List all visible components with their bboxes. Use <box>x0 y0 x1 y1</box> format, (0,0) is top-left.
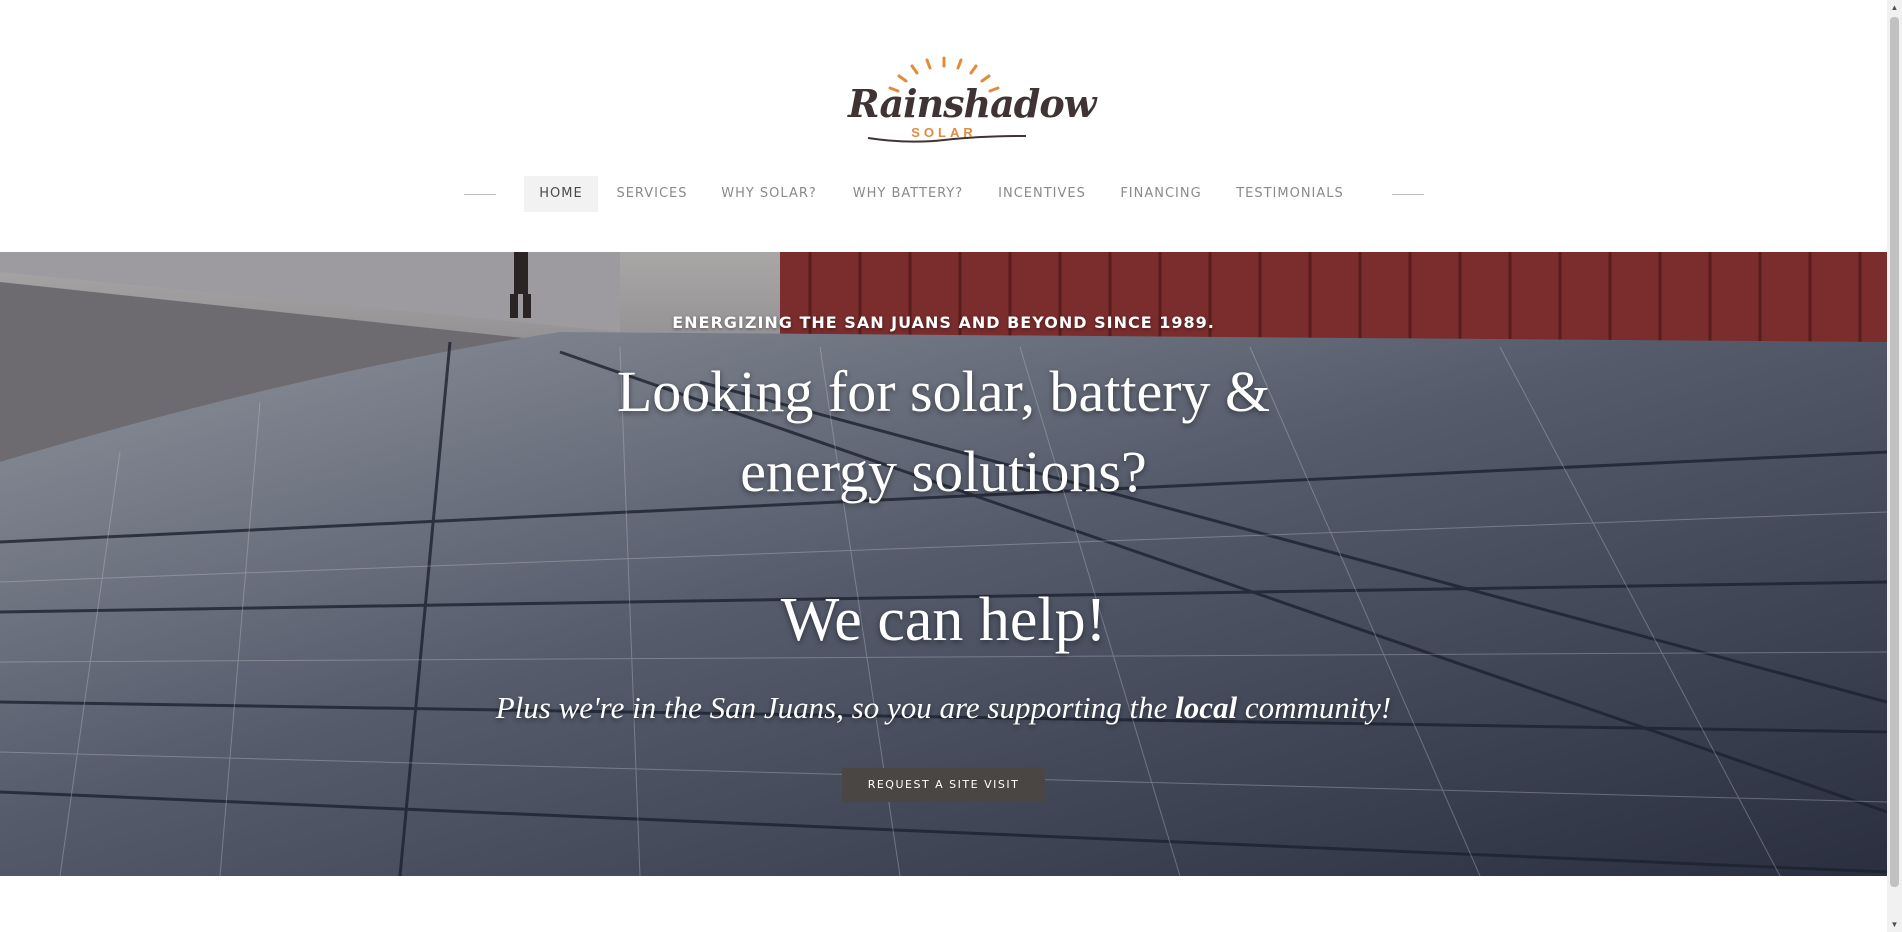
nav-item-home[interactable]: HOME <box>524 176 598 212</box>
nav-item-financing[interactable]: FINANCING <box>1110 176 1212 212</box>
logo-wordmark: Rainshadow <box>848 81 1096 126</box>
nav-divider-left <box>464 194 496 195</box>
main-nav: HOME SERVICES WHY SOLAR? WHY BATTERY? IN… <box>0 176 1887 212</box>
request-site-visit-button[interactable]: REQUEST A SITE VISIT <box>842 768 1045 802</box>
hero-headline: Looking for solar, battery & energy solu… <box>0 352 1887 512</box>
nav-item-why-battery[interactable]: WHY BATTERY? <box>842 176 974 212</box>
hero-subtext-emphasis: local <box>1175 690 1238 725</box>
hero-headline-line2: energy solutions? <box>740 439 1147 504</box>
scrollbar-thumb[interactable] <box>1890 17 1899 887</box>
hero-subtext: Plus we're in the San Juans, so you are … <box>0 688 1887 728</box>
site-logo[interactable]: Rainshadow SOLAR <box>848 56 1096 148</box>
nav-item-incentives[interactable]: INCENTIVES <box>990 176 1094 212</box>
nav-divider-right <box>1392 194 1424 195</box>
hero-subtext-start: Plus we're in the San Juans, so you are … <box>495 690 1176 725</box>
hero-subtext-end: community! <box>1237 690 1392 725</box>
nav-item-testimonials[interactable]: TESTIMONIALS <box>1228 176 1352 212</box>
page-scrollbar[interactable]: ▲ ▼ <box>1887 0 1902 932</box>
hero-help-text: We can help! <box>780 586 1107 654</box>
site-header: Rainshadow SOLAR HOME SERVICES WHY SOLAR… <box>0 0 1887 252</box>
nav-item-services[interactable]: SERVICES <box>608 176 696 212</box>
hero-banner: ENERGIZING THE SAN JUANS AND BEYOND SINC… <box>0 252 1887 876</box>
hero-headline-line1: Looking for solar, battery & <box>616 359 1271 424</box>
nav-item-why-solar[interactable]: WHY SOLAR? <box>712 176 826 212</box>
scroll-up-arrow-icon[interactable]: ▲ <box>1887 0 1902 15</box>
logo-subtitle: SOLAR <box>911 125 977 140</box>
hero-eyebrow: ENERGIZING THE SAN JUANS AND BEYOND SINC… <box>672 313 1215 332</box>
scroll-down-arrow-icon[interactable]: ▼ <box>1887 917 1902 932</box>
